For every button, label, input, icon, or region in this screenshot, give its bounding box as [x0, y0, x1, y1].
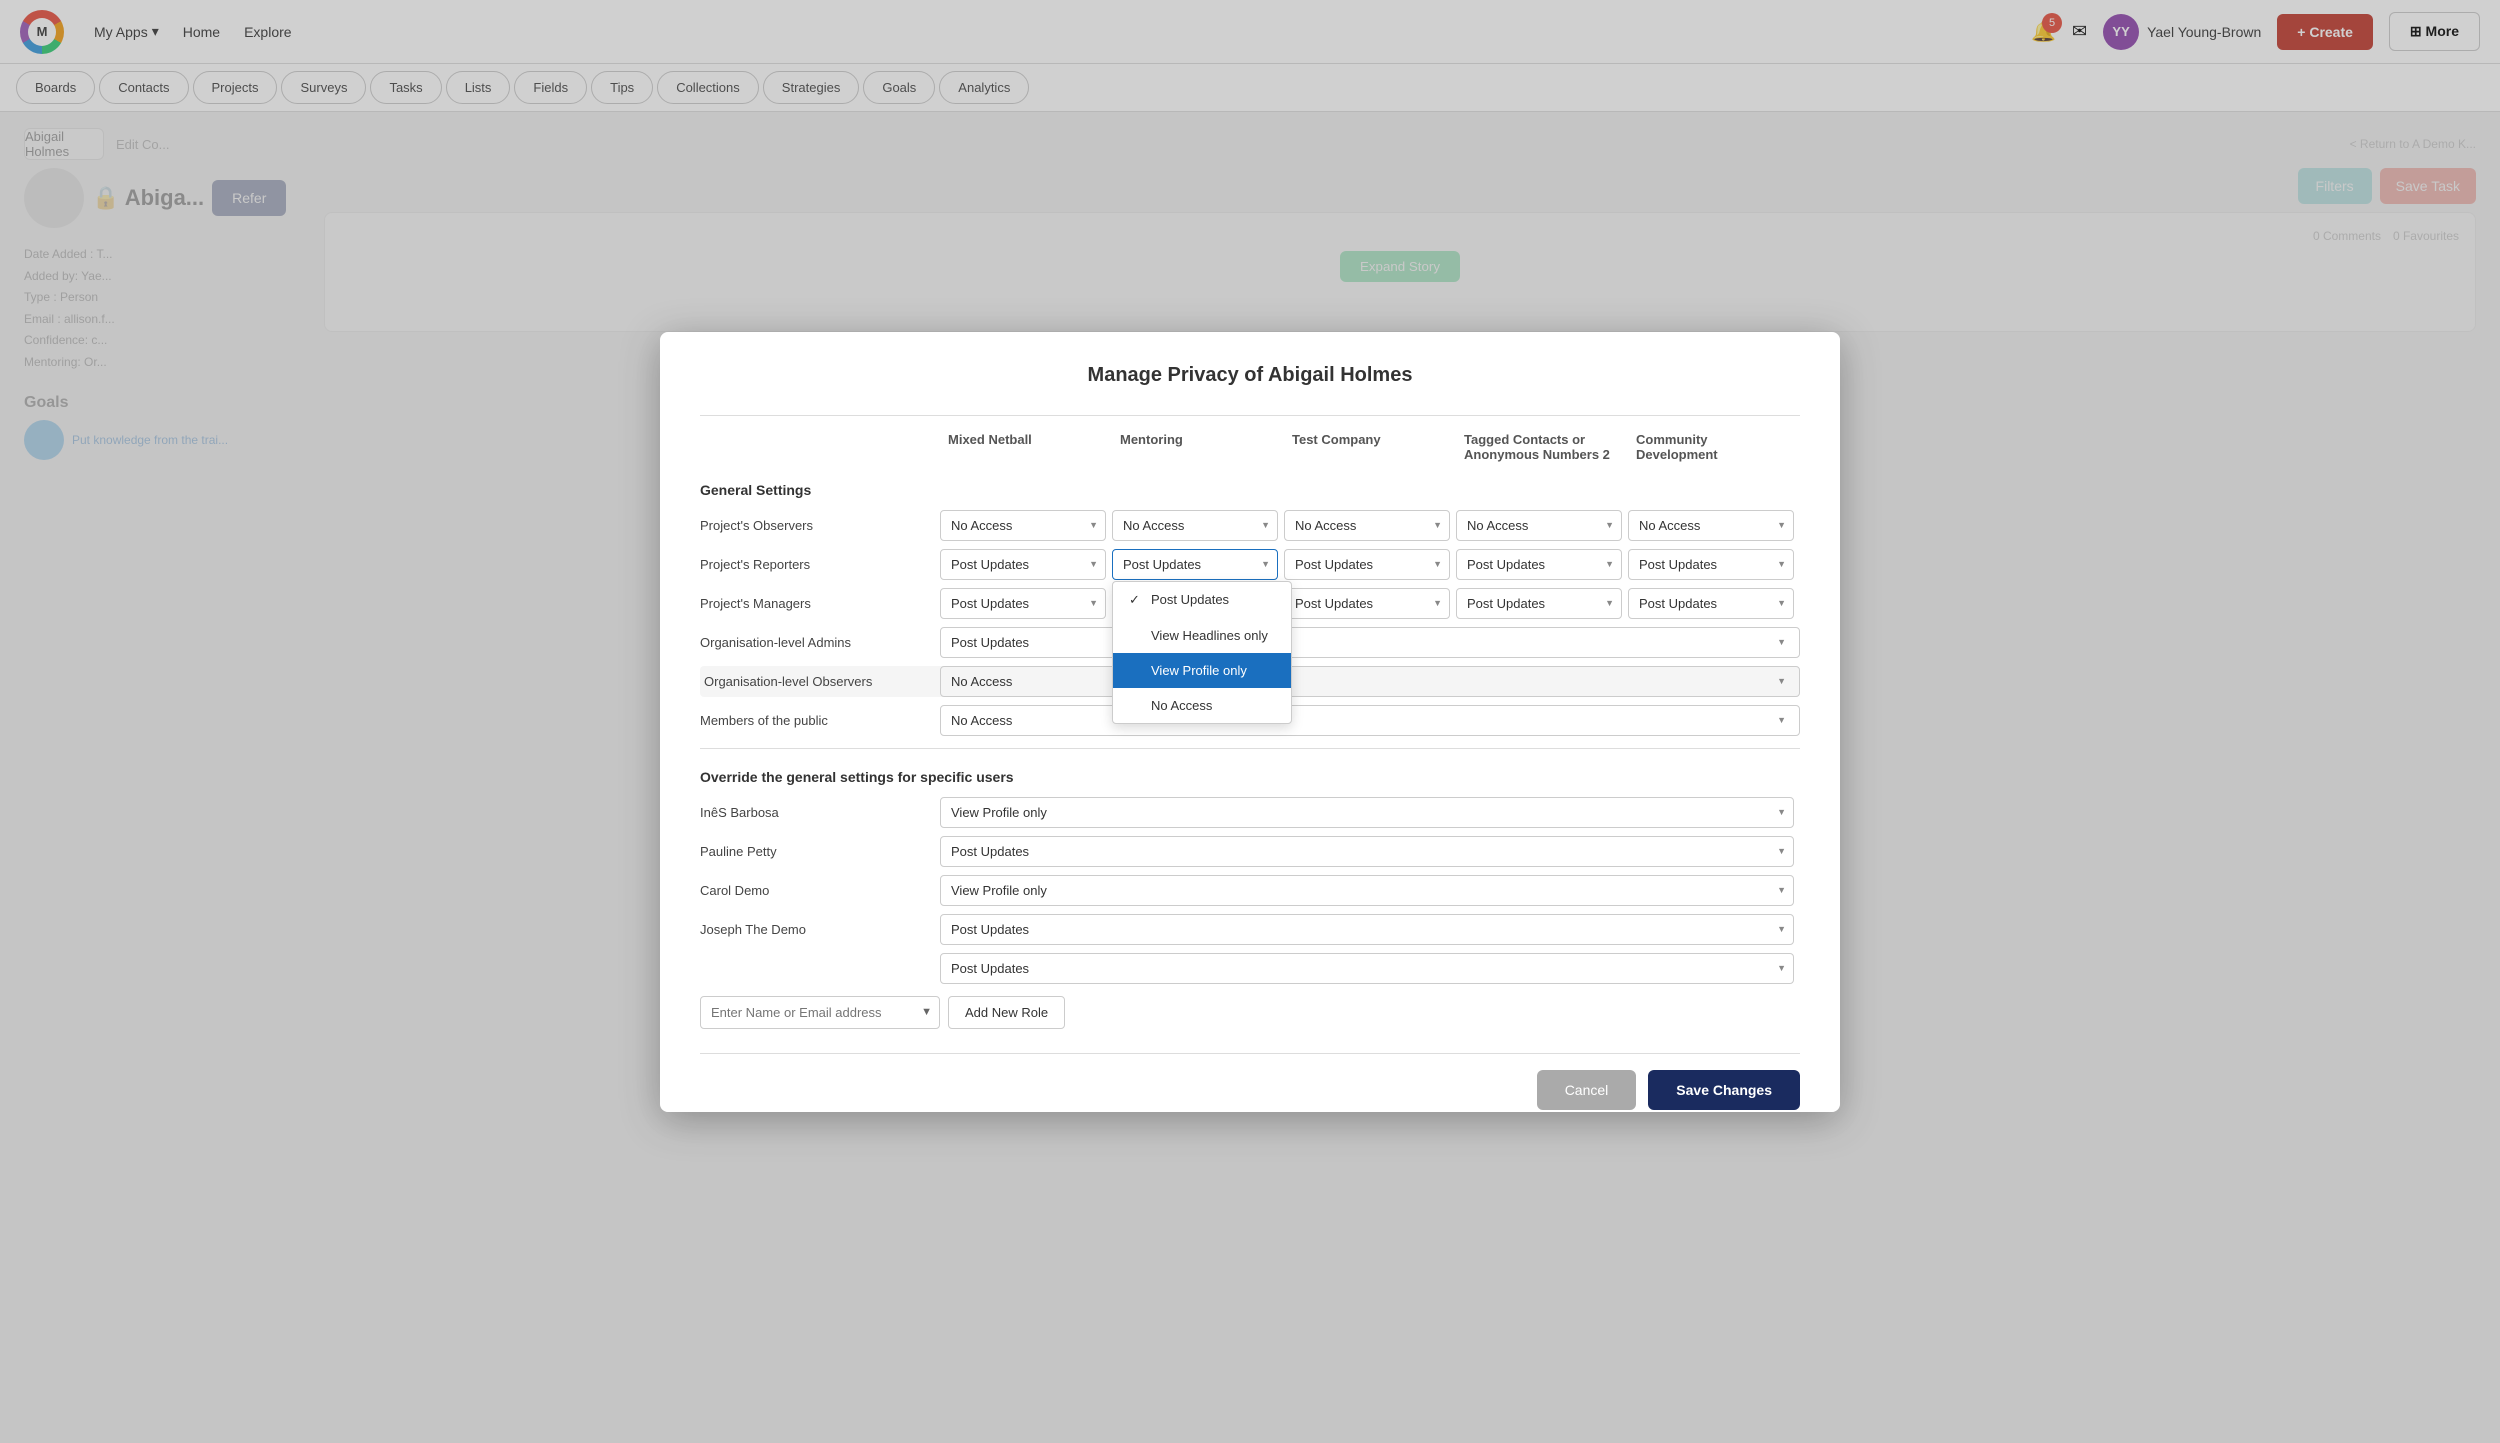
- reporters-col2-dropdown: ✓ Post Updates View Headlines only View …: [1112, 581, 1292, 724]
- observers-col5-wrap: No AccessPost UpdatesView Headlines only…: [1628, 510, 1800, 541]
- managers-col3-wrap: Post UpdatesNo AccessView Headlines only…: [1284, 588, 1456, 619]
- managers-label: Project's Managers: [700, 590, 940, 617]
- dropdown-post-updates[interactable]: ✓ Post Updates: [1113, 582, 1291, 618]
- col-test-company: Test Company: [1284, 428, 1456, 466]
- input-arrow-icon[interactable]: ▼: [921, 1006, 932, 1018]
- reporters-col2-select[interactable]: Post UpdatesNo AccessView Headlines only…: [1112, 549, 1278, 580]
- empty-label: [700, 962, 940, 974]
- override-title: Override the general settings for specif…: [700, 769, 1800, 785]
- carol-label: Carol Demo: [700, 877, 940, 904]
- observers-col4-select[interactable]: No AccessPost UpdatesView Headlines only…: [1456, 510, 1622, 541]
- observers-col4-wrap: No AccessPost UpdatesView Headlines only…: [1456, 510, 1628, 541]
- reporters-col4-select[interactable]: Post UpdatesNo AccessView Headlines only…: [1456, 549, 1622, 580]
- managers-col5-wrap: Post UpdatesNo AccessView Headlines only…: [1628, 588, 1800, 619]
- observers-col2-wrap: No AccessPost UpdatesView Headlines only…: [1112, 510, 1284, 541]
- carol-wrap: View Profile onlyPost UpdatesView Headli…: [940, 875, 1800, 906]
- observers-col3-wrap: No AccessPost UpdatesView Headlines only…: [1284, 510, 1456, 541]
- modal-title: Manage Privacy of Abigail Holmes: [700, 364, 1800, 387]
- ines-select[interactable]: View Profile onlyPost UpdatesView Headli…: [940, 797, 1794, 828]
- override-divider: [700, 748, 1800, 749]
- managers-col3-select[interactable]: Post UpdatesNo AccessView Headlines only…: [1284, 588, 1450, 619]
- empty-select[interactable]: Post UpdatesView Profile onlyView Headli…: [940, 953, 1794, 984]
- name-email-input[interactable]: [700, 996, 940, 1029]
- check-empty: [1129, 628, 1143, 643]
- managers-col1-select[interactable]: Post UpdatesNo AccessView Headlines only…: [940, 588, 1106, 619]
- org-admins-wrap: Post UpdatesNo AccessView Headlines only…: [940, 627, 1800, 658]
- col-tagged-contacts: Tagged Contacts or Anonymous Numbers 2: [1456, 428, 1628, 466]
- add-role-button[interactable]: Add New Role: [948, 996, 1065, 1029]
- reporters-col2-wrap: Post UpdatesNo AccessView Headlines only…: [1112, 549, 1284, 580]
- save-changes-button[interactable]: Save Changes: [1648, 1070, 1800, 1110]
- pauline-select[interactable]: Post UpdatesView Profile onlyView Headli…: [940, 836, 1794, 867]
- dropdown-view-headlines[interactable]: View Headlines only: [1113, 618, 1291, 653]
- managers-col5-select[interactable]: Post UpdatesNo AccessView Headlines only…: [1628, 588, 1794, 619]
- observers-row: Project's Observers No AccessPost Update…: [700, 510, 1800, 541]
- col-mentoring: Mentoring: [1112, 428, 1284, 466]
- override-empty: Post UpdatesView Profile onlyView Headli…: [700, 953, 1800, 984]
- override-joseph: Joseph The Demo Post UpdatesView Profile…: [700, 914, 1800, 945]
- org-admins-select[interactable]: Post UpdatesNo AccessView Headlines only…: [940, 627, 1800, 658]
- observers-label: Project's Observers: [700, 512, 940, 539]
- observers-col5-select[interactable]: No AccessPost UpdatesView Headlines only…: [1628, 510, 1794, 541]
- pauline-label: Pauline Petty: [700, 838, 940, 865]
- observers-col3-select[interactable]: No AccessPost UpdatesView Headlines only…: [1284, 510, 1450, 541]
- managers-col4-select[interactable]: Post UpdatesNo AccessView Headlines only…: [1456, 588, 1622, 619]
- joseph-select[interactable]: Post UpdatesView Profile onlyView Headli…: [940, 914, 1794, 945]
- reporters-col5-select[interactable]: Post UpdatesNo AccessView Headlines only…: [1628, 549, 1794, 580]
- joseph-label: Joseph The Demo: [700, 916, 940, 943]
- managers-col4-wrap: Post UpdatesNo AccessView Headlines only…: [1456, 588, 1628, 619]
- joseph-wrap: Post UpdatesView Profile onlyView Headli…: [940, 914, 1800, 945]
- observers-col1-select[interactable]: No AccessPost UpdatesView Headlines only…: [940, 510, 1106, 541]
- add-role-row: ▼ Add New Role: [700, 996, 1800, 1029]
- reporters-col4-wrap: Post UpdatesNo AccessView Headlines only…: [1456, 549, 1628, 580]
- public-wrap: No AccessPost UpdatesView Headlines only…: [940, 705, 1800, 736]
- reporters-col5-wrap: Post UpdatesNo AccessView Headlines only…: [1628, 549, 1800, 580]
- reporters-col3-select[interactable]: Post UpdatesNo AccessView Headlines only…: [1284, 549, 1450, 580]
- ines-wrap: View Profile onlyPost UpdatesView Headli…: [940, 797, 1800, 828]
- reporters-col3-wrap: Post UpdatesNo AccessView Headlines only…: [1284, 549, 1456, 580]
- reporters-col1-select[interactable]: Post UpdatesNo AccessView Headlines only…: [940, 549, 1106, 580]
- managers-col1-wrap: Post UpdatesNo AccessView Headlines only…: [940, 588, 1112, 619]
- reporters-col1-wrap: Post UpdatesNo AccessView Headlines only…: [940, 549, 1112, 580]
- check-empty2: [1129, 663, 1143, 678]
- col-mixed-netball: Mixed Netball: [940, 428, 1112, 466]
- pauline-wrap: Post UpdatesView Profile onlyView Headli…: [940, 836, 1800, 867]
- org-observers-wrap: No AccessPost UpdatesView Headlines only…: [940, 666, 1800, 697]
- org-admins-label: Organisation-level Admins: [700, 629, 940, 656]
- check-icon: ✓: [1129, 592, 1143, 608]
- org-observers-select[interactable]: No AccessPost UpdatesView Headlines only…: [940, 666, 1800, 697]
- override-ines: InêS Barbosa View Profile onlyPost Updat…: [700, 797, 1800, 828]
- reporters-row: Project's Reporters Post UpdatesNo Acces…: [700, 549, 1800, 580]
- org-observers-label: Organisation-level Observers: [700, 666, 940, 697]
- privacy-modal: Manage Privacy of Abigail Holmes Mixed N…: [660, 332, 1840, 1112]
- modal-footer: Cancel Save Changes: [700, 1053, 1800, 1110]
- observers-col2-select[interactable]: No AccessPost UpdatesView Headlines only…: [1112, 510, 1278, 541]
- public-select[interactable]: No AccessPost UpdatesView Headlines only…: [940, 705, 1800, 736]
- observers-col1-wrap: No AccessPost UpdatesView Headlines only…: [940, 510, 1112, 541]
- override-carol: Carol Demo View Profile onlyPost Updates…: [700, 875, 1800, 906]
- dropdown-no-access[interactable]: No Access: [1113, 688, 1291, 723]
- public-label: Members of the public: [700, 707, 940, 734]
- reporters-label: Project's Reporters: [700, 551, 940, 578]
- carol-select[interactable]: View Profile onlyPost UpdatesView Headli…: [940, 875, 1794, 906]
- empty-wrap: Post UpdatesView Profile onlyView Headli…: [940, 953, 1800, 984]
- dropdown-view-profile[interactable]: View Profile only: [1113, 653, 1291, 688]
- general-settings-title: General Settings: [700, 482, 1800, 498]
- ines-label: InêS Barbosa: [700, 799, 940, 826]
- check-empty3: [1129, 698, 1143, 713]
- modal-divider-top: [700, 415, 1800, 416]
- col-community: Community Development: [1628, 428, 1800, 466]
- table-header: Mixed Netball Mentoring Test Company Tag…: [700, 428, 1800, 466]
- name-input-wrap: ▼: [700, 996, 940, 1029]
- cancel-button[interactable]: Cancel: [1537, 1070, 1637, 1110]
- override-pauline: Pauline Petty Post UpdatesView Profile o…: [700, 836, 1800, 867]
